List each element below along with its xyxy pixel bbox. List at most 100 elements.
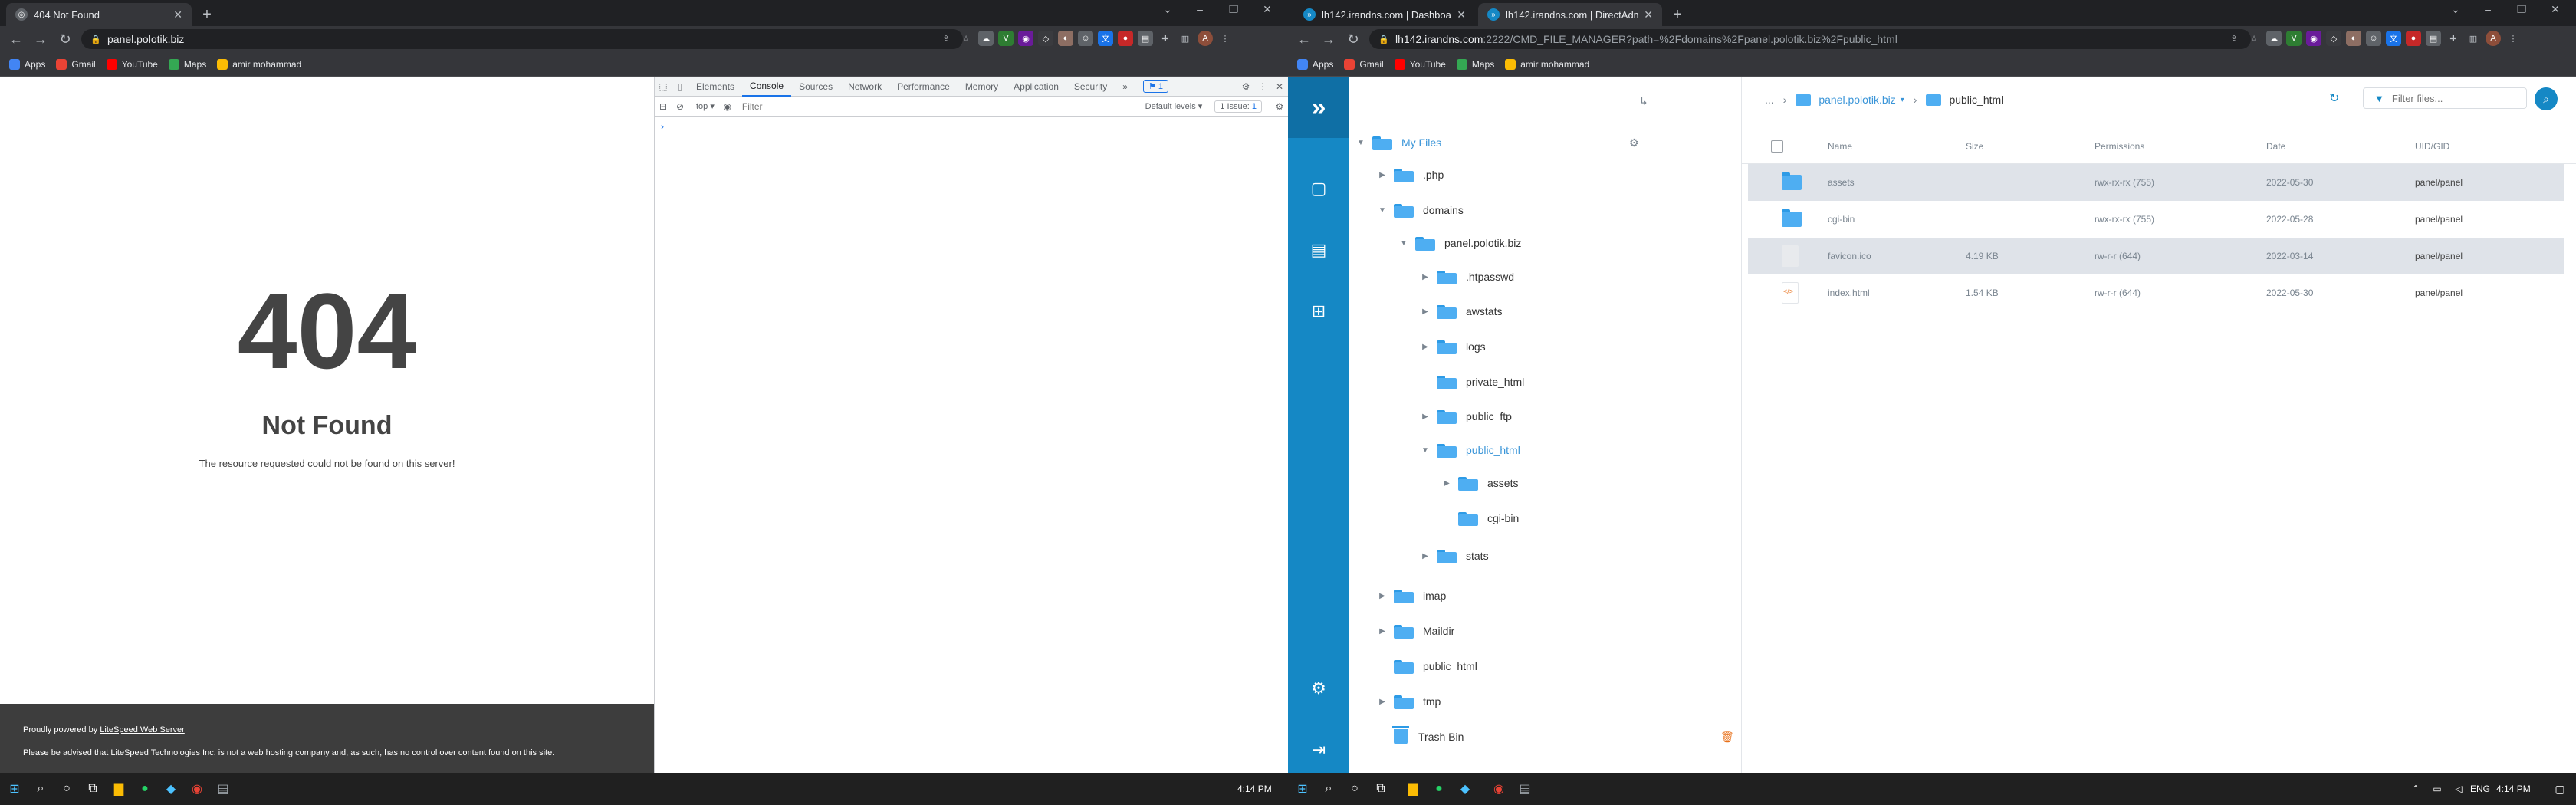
whatsapp-icon[interactable]: ● — [1429, 779, 1449, 799]
collapsed-icon[interactable]: ▶ — [1441, 479, 1452, 488]
bookmark-gmail[interactable]: Gmail — [1344, 58, 1384, 70]
share-icon[interactable]: ⇪ — [938, 31, 954, 46]
purple-extension-icon[interactable]: ◉ — [1018, 31, 1033, 46]
file-name[interactable]: index.html — [1828, 274, 1870, 311]
more-tabs-button[interactable]: » — [1115, 77, 1135, 97]
issues-counter[interactable]: 1 Issue: 1 — [1214, 100, 1262, 113]
collapsed-icon[interactable]: ▶ — [1420, 343, 1431, 351]
devtools-tab-console[interactable]: Console — [742, 77, 792, 97]
close-window-icon[interactable]: ✕ — [1256, 3, 1279, 16]
vscode-icon[interactable]: ◆ — [161, 779, 181, 799]
expanded-icon[interactable]: ▼ — [1420, 446, 1431, 455]
tree-item[interactable]: ▶ public_ftp — [1420, 407, 1512, 426]
close-tab-icon[interactable]: ✕ — [173, 8, 182, 21]
volume-icon[interactable]: ◁ — [2449, 779, 2469, 799]
close-devtools-icon[interactable]: ✕ — [1271, 77, 1288, 97]
sidebar-icon[interactable]: ▥ — [2466, 31, 2481, 46]
file-name[interactable]: cgi-bin — [1828, 201, 1855, 238]
camera-extension-icon[interactable]: ◐ — [2346, 31, 2361, 46]
col-uid[interactable]: UID/GID — [2415, 129, 2450, 164]
bookmark-gmail[interactable]: Gmail — [56, 58, 96, 70]
share-icon[interactable]: ⇪ — [2226, 31, 2242, 46]
sidebar-toggle-icon[interactable]: ⊟ — [655, 97, 672, 117]
devtools-tab[interactable]: Performance — [889, 77, 958, 97]
star-icon[interactable]: ☆ — [958, 31, 974, 46]
red-extension-icon[interactable]: ● — [2406, 31, 2421, 46]
v-extension-icon[interactable]: V — [998, 31, 1014, 46]
dark-extension-icon[interactable]: ◇ — [2326, 31, 2341, 46]
bookmark-apps[interactable]: Apps — [9, 58, 45, 70]
windows-start-icon[interactable]: ⊞ — [5, 779, 25, 799]
notifications-icon[interactable]: ▢ — [2550, 779, 2570, 799]
new-tab-button[interactable]: + — [1667, 4, 1688, 25]
search-button[interactable]: ⌕ — [2535, 87, 2558, 110]
tree-item[interactable]: ▶ .php — [1377, 166, 1444, 184]
file-name[interactable]: assets — [1828, 164, 1855, 201]
console-prompt[interactable]: › — [661, 121, 664, 132]
context-select[interactable]: top ▾ — [692, 100, 719, 112]
breadcrumb-domain[interactable]: panel.polotik.biz — [1819, 94, 1895, 106]
address-bar[interactable]: 🔒 lh142.irandns.com:2222/CMD_FILE_MANAGE… — [1369, 29, 2251, 49]
collapsed-icon[interactable]: ▶ — [1420, 552, 1431, 560]
col-date[interactable]: Date — [2266, 129, 2285, 164]
collapsed-icon[interactable]: ▶ — [1377, 698, 1388, 706]
collapsed-icon[interactable]: ▶ — [1377, 171, 1388, 179]
select-all-checkbox[interactable] — [1771, 129, 1783, 164]
col-permissions[interactable]: Permissions — [2095, 129, 2144, 164]
tab-search-icon[interactable]: ⌄ — [1156, 3, 1179, 16]
language-indicator[interactable]: ENG — [2470, 784, 2490, 794]
sidebar-icon[interactable]: ▥ — [1178, 31, 1193, 46]
settings-gear-icon[interactable]: ⚙ — [1237, 77, 1254, 97]
purple-extension-icon[interactable]: ◉ — [2306, 31, 2321, 46]
cortana-icon[interactable]: ○ — [1345, 779, 1365, 799]
inspect-icon[interactable]: ⬚ — [655, 77, 672, 97]
devtools-tab[interactable]: Application — [1006, 77, 1066, 97]
tab-directadmin[interactable]: » lh142.irandns.com | DirectAdmin ✕ — [1478, 3, 1662, 26]
empty-trash-icon[interactable]: 🗑 — [1720, 728, 1734, 746]
checkbox[interactable] — [1771, 140, 1783, 153]
tree-item[interactable]: ▶ stats — [1420, 547, 1489, 565]
search-icon[interactable]: ⌕ — [1319, 779, 1339, 799]
file-explorer-icon[interactable]: ▇ — [1403, 779, 1423, 799]
notepad-icon[interactable]: ▤ — [213, 779, 233, 799]
console-filter-input[interactable] — [735, 98, 1043, 114]
ghost-extension-icon[interactable]: ☺ — [1078, 31, 1093, 46]
tree-item[interactable]: ▶ imap — [1377, 586, 1446, 605]
document-nav-icon[interactable]: ▤ — [1288, 235, 1349, 265]
devtools-tab[interactable]: Memory — [958, 77, 1006, 97]
collapsed-icon[interactable]: ▶ — [1420, 273, 1431, 281]
expanded-icon[interactable]: ▼ — [1355, 139, 1366, 147]
tab-404[interactable]: ◎ 404 Not Found ✕ — [6, 3, 192, 26]
maximize-icon[interactable]: ❐ — [2510, 3, 2533, 16]
collapse-icon[interactable]: ↳ — [1639, 92, 1648, 110]
kebab-menu-icon[interactable]: ⋮ — [1254, 77, 1271, 97]
bookmark-apps[interactable]: Apps — [1297, 58, 1333, 70]
close-window-icon[interactable]: ✕ — [2544, 3, 2567, 16]
chrome-icon[interactable]: ◉ — [187, 779, 207, 799]
devtools-tab[interactable]: Elements — [688, 77, 742, 97]
network-icon[interactable]: ▭ — [2427, 779, 2447, 799]
clear-console-icon[interactable]: ⊘ — [672, 97, 688, 117]
puzzle-icon[interactable]: ✚ — [1158, 31, 1173, 46]
minimize-icon[interactable]: – — [1188, 3, 1211, 15]
file-row[interactable]: assets rwx-rx-rx (755) 2022-05-30 panel/pan… — [1748, 164, 2564, 201]
issues-badge[interactable]: ⚑ 1 — [1142, 80, 1168, 93]
collapsed-icon[interactable]: ▶ — [1420, 307, 1431, 316]
tree-item[interactable]: ▼ domains — [1377, 201, 1464, 219]
file-name[interactable]: favicon.ico — [1828, 238, 1871, 274]
translate-extension-icon[interactable]: 文 — [2386, 31, 2401, 46]
collapsed-icon[interactable]: ▶ — [1377, 592, 1388, 600]
windows-start-icon[interactable]: ⊞ — [1293, 779, 1313, 799]
close-tab-icon[interactable]: ✕ — [1644, 8, 1653, 21]
bookmark-maps[interactable]: Maps — [168, 58, 206, 70]
tree-item[interactable]: public_html — [1377, 657, 1477, 675]
task-view-icon[interactable]: ⧉ — [83, 779, 103, 799]
minimize-icon[interactable]: – — [2476, 3, 2499, 15]
address-bar[interactable]: 🔒 panel.polotik.biz — [81, 29, 963, 49]
settings-nav-icon[interactable]: ⚙ — [1288, 673, 1349, 704]
filter-files-input[interactable] — [2391, 92, 2507, 104]
eye-icon[interactable]: ◉ — [719, 97, 736, 117]
tree-item[interactable]: ▶ logs — [1420, 337, 1486, 356]
file-row[interactable]: cgi-bin rwx-rx-rx (755) 2022-05-28 panel/pa… — [1748, 201, 2564, 238]
trash-bin[interactable]: Trash Bin — [1377, 726, 1464, 746]
